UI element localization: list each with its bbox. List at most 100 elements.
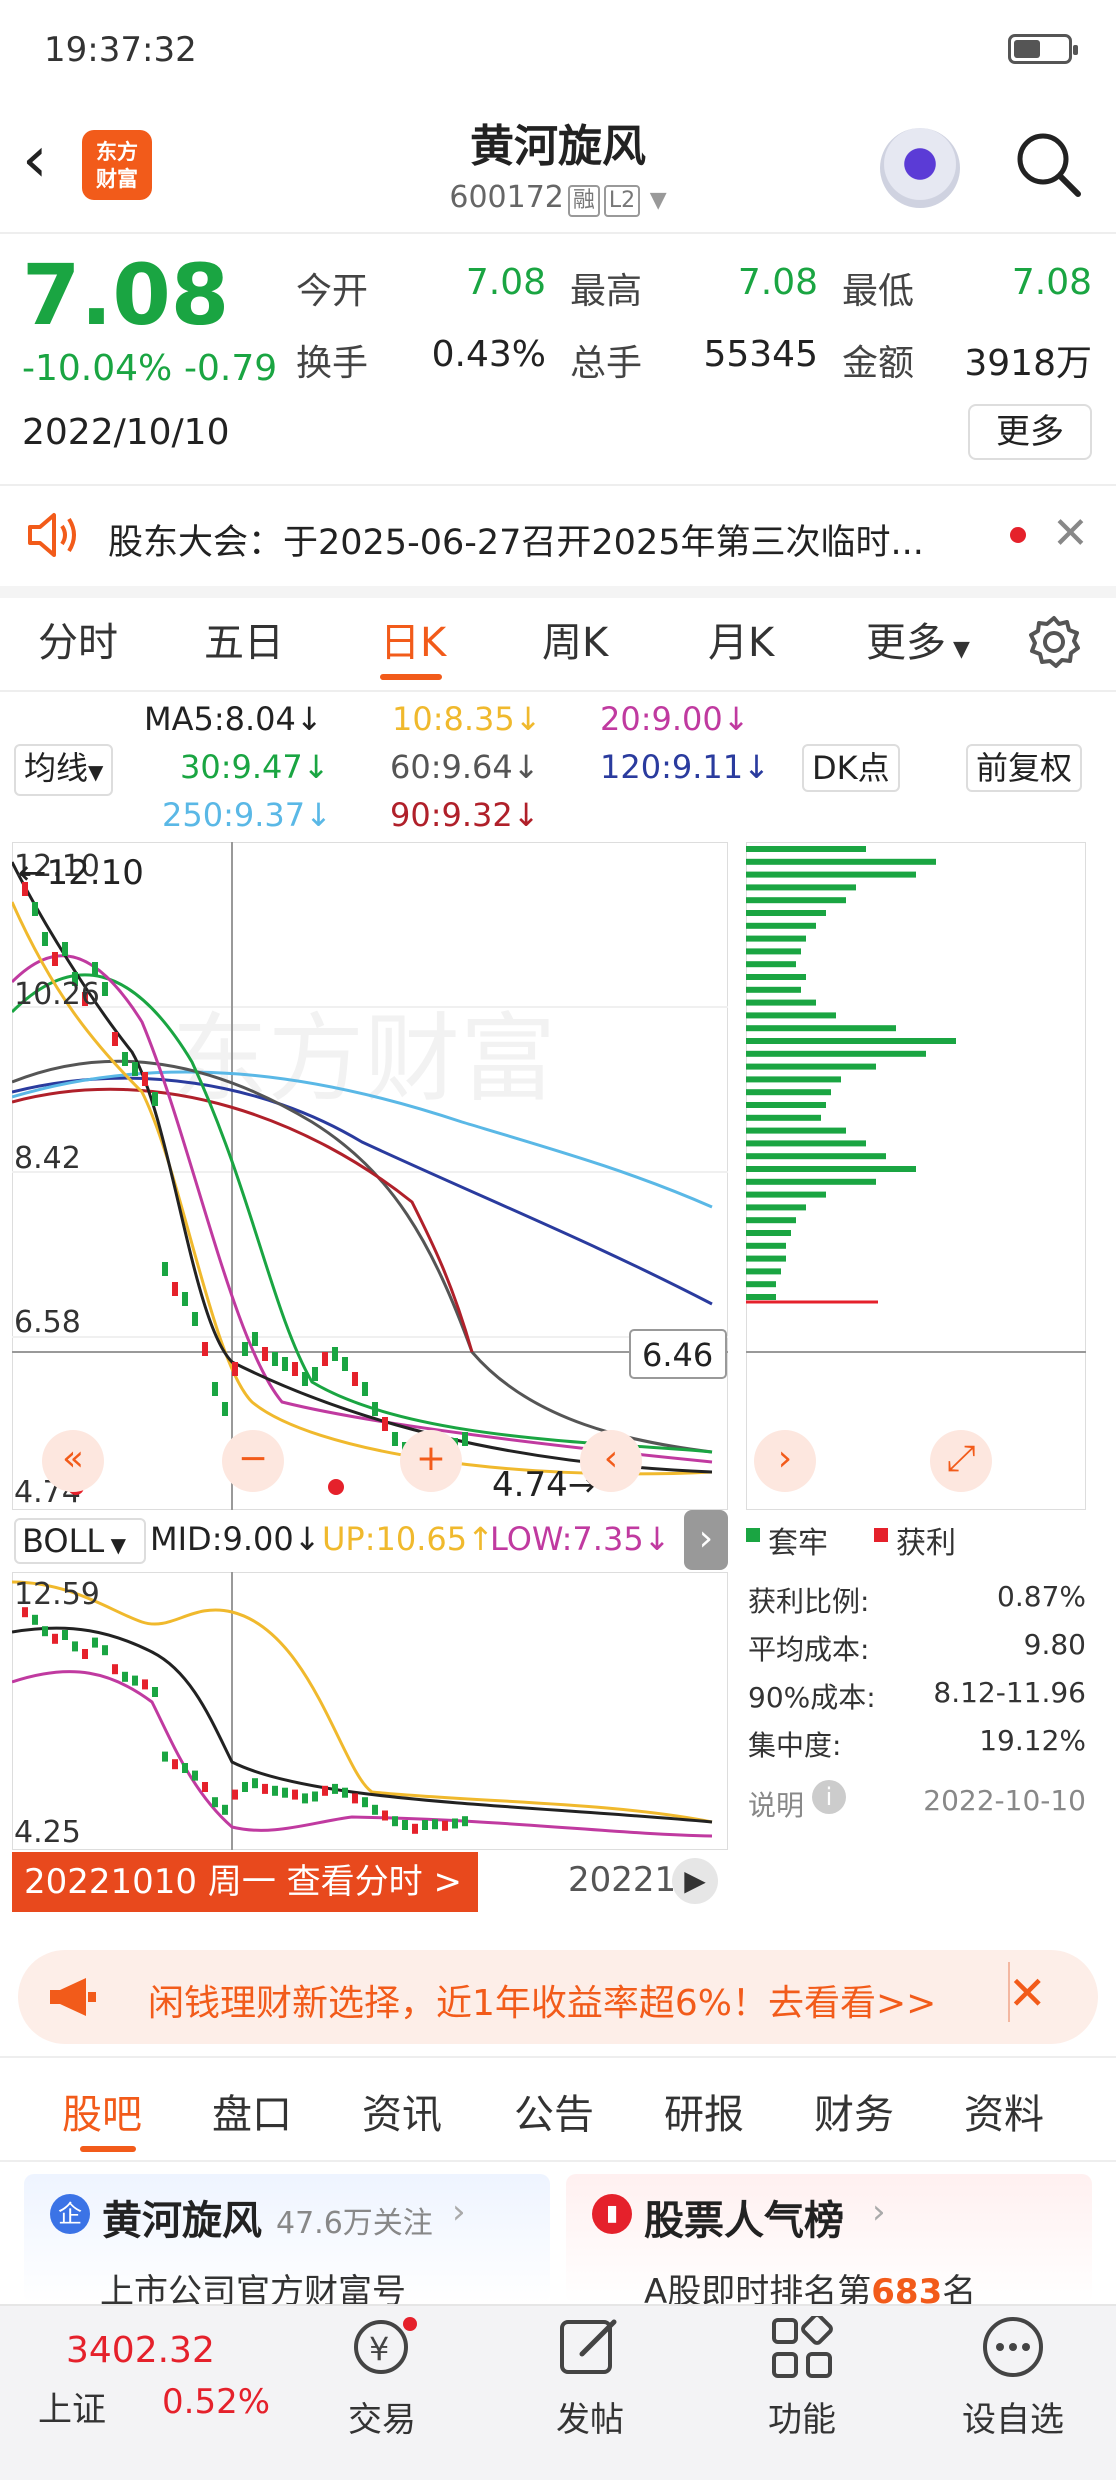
- view-intraday-link[interactable]: 20221010 周一 查看分时 >: [12, 1852, 478, 1912]
- tab-news[interactable]: 资讯: [362, 2082, 442, 2140]
- chip-bar: [746, 1204, 806, 1211]
- tab-daily-k[interactable]: 日K: [380, 610, 446, 668]
- profit-ratio-label: 获利比例:: [748, 1585, 870, 1618]
- chip-bar: [746, 1025, 896, 1032]
- notice-text[interactable]: 股东大会：于2025-06-27召开2025年第三次临时...: [108, 514, 924, 565]
- tab-forum[interactable]: 股吧: [62, 2082, 142, 2140]
- note-date: 2022-10-10: [923, 1784, 1086, 1817]
- candle: [232, 1362, 238, 1376]
- boll-candle: [152, 1687, 158, 1697]
- divider: [0, 2056, 1116, 2058]
- search-icon[interactable]: [1012, 128, 1084, 200]
- company-card-title: 黄河旋风: [102, 2198, 262, 2244]
- ad-text[interactable]: 闲钱理财新选择，近1年收益率超6%！去看看>>: [148, 1974, 936, 2026]
- chip-bar: [746, 1255, 786, 1262]
- chip-bar: [746, 1230, 791, 1236]
- ma250-value: 250:9.37↓: [162, 796, 332, 834]
- tab-announcements[interactable]: 公告: [514, 2082, 594, 2140]
- notice-close-icon[interactable]: ✕: [1052, 506, 1092, 562]
- kline-chart[interactable]: 东方财富 12.10 ←12.10 10.26 8.42 6.58 4.74 4…: [12, 842, 728, 1510]
- chip-bar: [746, 884, 856, 891]
- candle: [272, 1352, 278, 1366]
- nav-trade[interactable]: 交易: [322, 2392, 442, 2441]
- tab-five-day[interactable]: 五日: [204, 610, 284, 668]
- scroll-right-icon[interactable]: ‹: [580, 1430, 642, 1492]
- info-icon[interactable]: i: [812, 1780, 846, 1814]
- tab-orderbook[interactable]: 盘口: [212, 2082, 292, 2140]
- tab-research[interactable]: 研报: [664, 2082, 744, 2140]
- tab-weekly-k[interactable]: 周K: [542, 610, 608, 668]
- gear-icon[interactable]: [1026, 614, 1082, 670]
- high-marker-value: 12.10: [47, 853, 144, 893]
- chip-bar: [746, 1012, 836, 1019]
- candle: [252, 1332, 258, 1346]
- tab-intraday[interactable]: 分时: [38, 610, 118, 668]
- chip-distribution-chart[interactable]: [746, 842, 1086, 1510]
- candle: [32, 902, 38, 916]
- chip-bar: [746, 1178, 876, 1185]
- indicator-selector[interactable]: BOLL ▼: [14, 1518, 146, 1564]
- index-change[interactable]: 0.52%: [162, 2382, 270, 2422]
- nav-add-watchlist[interactable]: 设自选: [950, 2392, 1076, 2441]
- boll-candle: [352, 1793, 358, 1804]
- megaphone-icon: [50, 1978, 96, 2016]
- ma-selector[interactable]: 均线▼: [14, 744, 114, 796]
- adjust-button[interactable]: 前复权: [966, 744, 1083, 792]
- high-label: 最高: [570, 271, 643, 312]
- high-value: 7.08: [737, 262, 818, 303]
- candle: [282, 1357, 288, 1371]
- chip-bar: [746, 1076, 841, 1083]
- tab-finance[interactable]: 财务: [814, 2082, 894, 2140]
- candle: [352, 1372, 358, 1386]
- tab-monthly-k[interactable]: 月K: [708, 610, 774, 668]
- ma60-value: 60:9.64↓: [390, 748, 540, 786]
- status-time: 19:37:32: [44, 30, 197, 70]
- level2-tag: L2: [603, 185, 641, 217]
- play-icon[interactable]: ▶: [672, 1858, 718, 1904]
- scroll-left-icon[interactable]: «: [42, 1430, 104, 1492]
- candle: [192, 1312, 198, 1326]
- expand-icon[interactable]: ⤢: [930, 1430, 992, 1492]
- turnover-label: 换手: [296, 343, 369, 384]
- chip-bar: [746, 1153, 886, 1160]
- post-icon[interactable]: [556, 2314, 622, 2380]
- boll-candle: [222, 1804, 228, 1815]
- index-value[interactable]: 3402.32: [66, 2330, 215, 2371]
- next-icon[interactable]: ›: [754, 1430, 816, 1492]
- more-quote-button[interactable]: 更多: [968, 404, 1092, 460]
- trade-icon[interactable]: ¥: [348, 2316, 418, 2378]
- zoom-in-icon[interactable]: +: [400, 1430, 462, 1492]
- boll-candle: [32, 1614, 38, 1625]
- candle: [222, 1402, 228, 1416]
- cost-90-value: 8.12-11.96: [933, 1676, 1086, 1709]
- chip-bar: [746, 897, 846, 904]
- dk-point-button[interactable]: DK点: [802, 744, 900, 792]
- candle: [392, 1432, 398, 1446]
- robot-assistant-icon[interactable]: [880, 128, 960, 208]
- note-label[interactable]: 说明: [748, 1784, 804, 1824]
- indicator-next-icon[interactable]: ›: [684, 1510, 728, 1570]
- boll-candle: [412, 1823, 418, 1834]
- chip-bar: [746, 1102, 826, 1108]
- candle: [332, 1347, 338, 1361]
- chip-bar: [746, 948, 801, 955]
- nav-functions[interactable]: 功能: [742, 2392, 862, 2441]
- ad-close-icon[interactable]: ✕: [1008, 1966, 1047, 2020]
- boll-candle: [302, 1793, 308, 1804]
- more-dots-icon[interactable]: [980, 2314, 1046, 2380]
- zoom-out-icon[interactable]: −: [222, 1430, 284, 1492]
- boll-candle: [332, 1783, 338, 1794]
- crosshair-price: 6.46: [642, 1336, 713, 1374]
- boll-candle: [422, 1820, 428, 1830]
- tab-profile[interactable]: 资料: [964, 2082, 1044, 2140]
- turnover-value: 0.43%: [431, 334, 546, 375]
- boll-candle: [322, 1785, 328, 1796]
- tab-more-label: 更多: [866, 620, 946, 666]
- boll-chart[interactable]: 12.59 4.25: [12, 1572, 728, 1850]
- tab-more[interactable]: 更多 ▼: [866, 610, 970, 668]
- unread-dot: [1010, 527, 1026, 543]
- active-tab-indicator: [380, 674, 442, 680]
- functions-icon[interactable]: [770, 2316, 834, 2380]
- nav-post[interactable]: 发帖: [530, 2392, 650, 2441]
- index-name[interactable]: 上证: [38, 2382, 106, 2431]
